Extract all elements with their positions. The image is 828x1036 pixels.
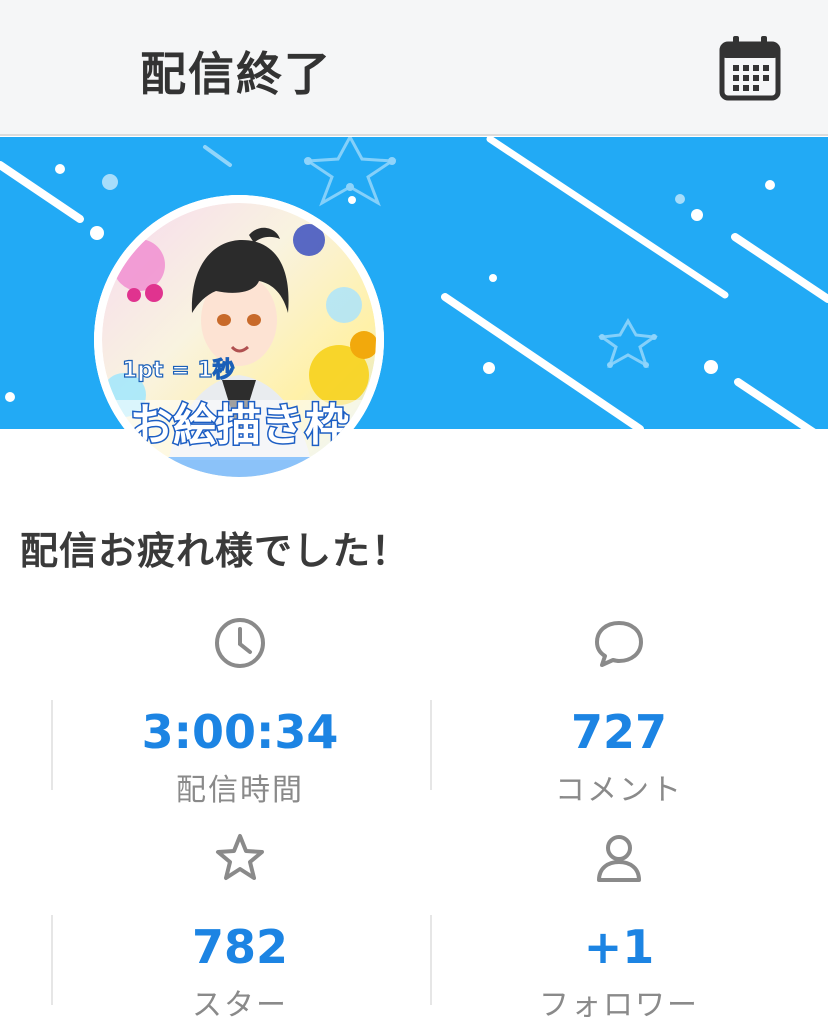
thank-you-message: 配信お疲れ様でした！ bbox=[20, 529, 411, 573]
stars-label: スター bbox=[192, 988, 288, 1023]
avatar-title-text: お絵描き枠 bbox=[129, 400, 349, 451]
comments-value: 727 bbox=[570, 705, 668, 759]
comment-icon bbox=[595, 621, 643, 667]
clock-icon bbox=[215, 618, 265, 668]
stream-time-label: 配信時間 bbox=[176, 773, 304, 808]
avatar[interactable]: 1pt = 1秒 お絵描き枠 bbox=[94, 195, 384, 485]
star-icon bbox=[216, 834, 264, 880]
stream-ended-screen: 配信終了 1pt = 1秒 お絵描き枠 配信お疲れ様でした！ 3:00:34 配… bbox=[0, 0, 828, 1036]
stat-stream-time: 3:00:34 配信時間 bbox=[51, 615, 429, 815]
followers-label: フォロワー bbox=[539, 988, 699, 1023]
stat-stars: 782 スター bbox=[51, 830, 429, 1030]
stream-time-value: 3:00:34 bbox=[141, 705, 339, 759]
stat-followers: +1 フォロワー bbox=[430, 830, 808, 1030]
page-title: 配信終了 bbox=[140, 47, 332, 101]
calendar-icon bbox=[719, 36, 781, 101]
stars-value: 782 bbox=[191, 920, 289, 974]
stat-comments: 727 コメント bbox=[430, 615, 808, 815]
comments-label: コメント bbox=[555, 773, 683, 808]
followers-value: +1 bbox=[583, 920, 655, 974]
header-bar: 配信終了 bbox=[0, 0, 828, 136]
avatar-artwork: 1pt = 1秒 お絵描き枠 bbox=[94, 195, 384, 485]
avatar-subtitle-text: 1pt = 1秒 bbox=[122, 358, 235, 383]
person-icon bbox=[597, 835, 641, 882]
calendar-button[interactable] bbox=[716, 32, 784, 104]
